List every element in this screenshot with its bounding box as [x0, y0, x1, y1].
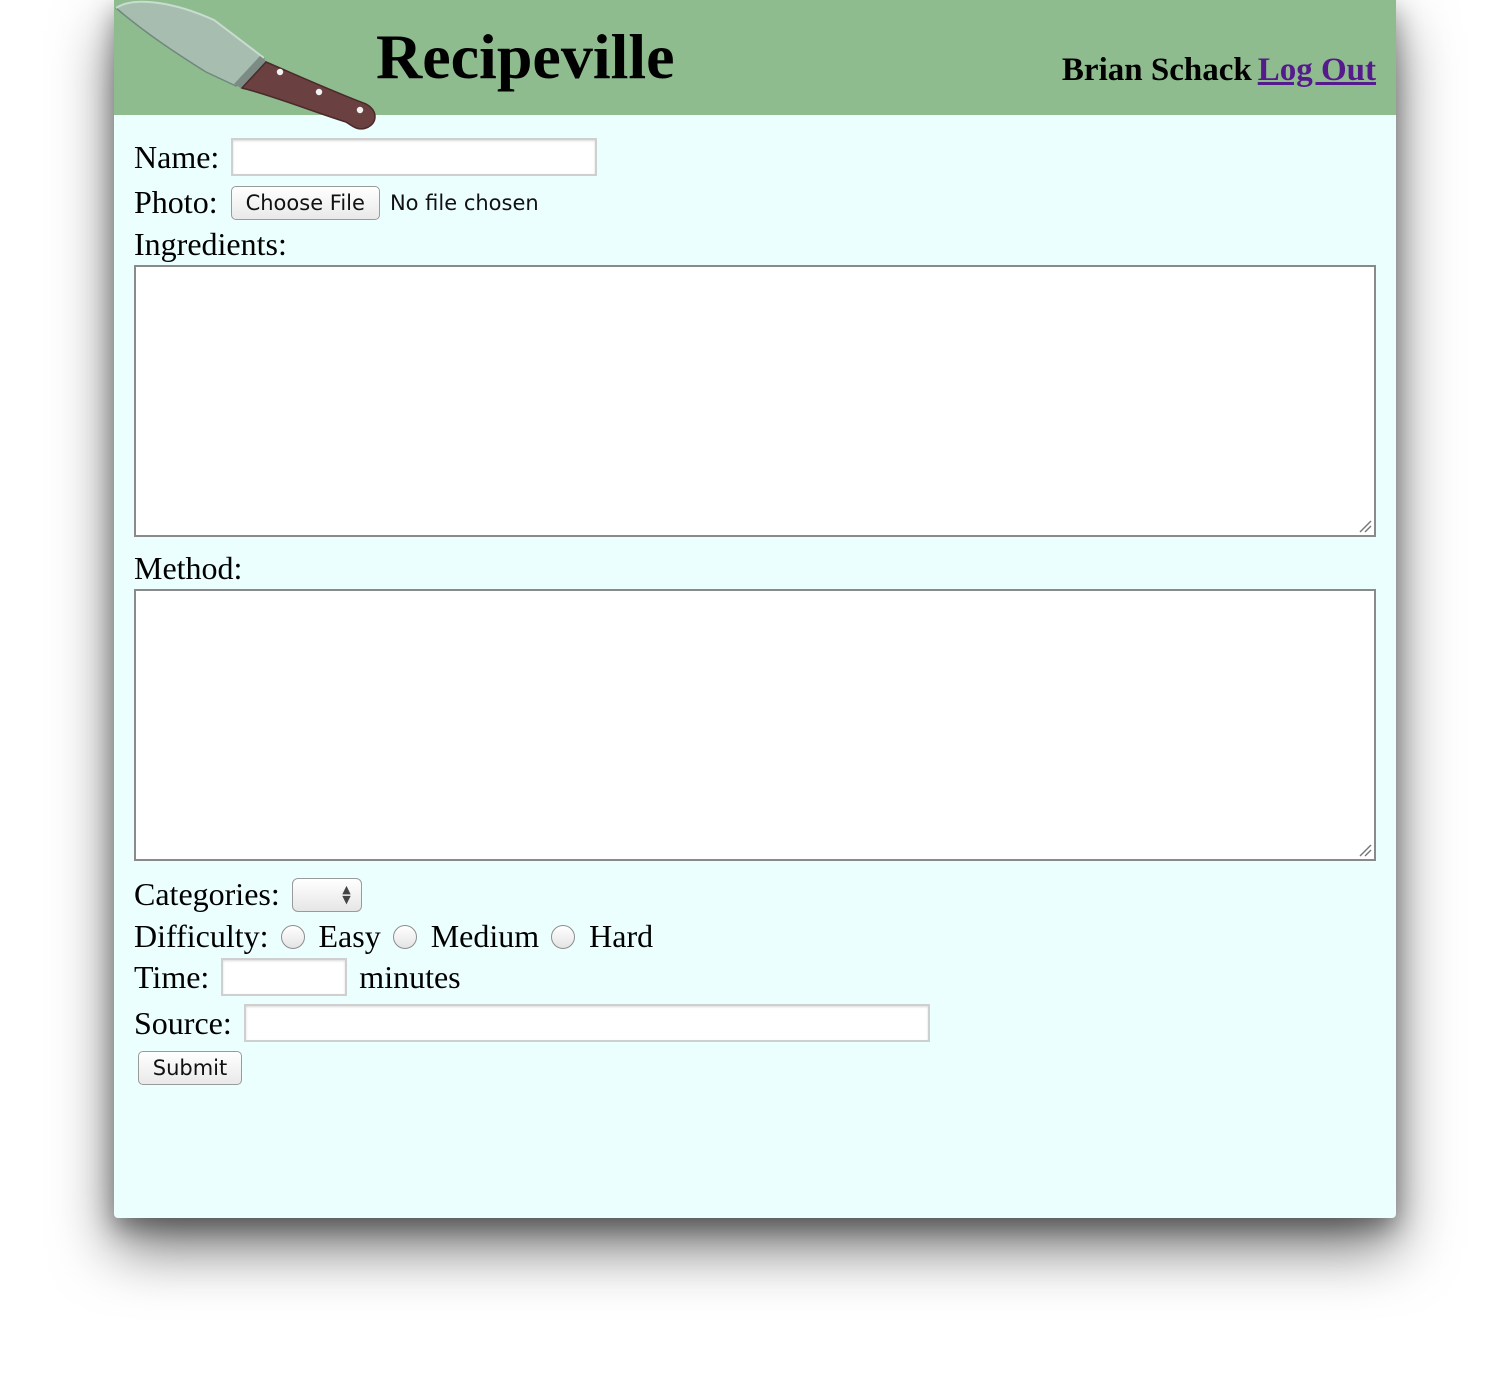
difficulty-hard-radio[interactable]: [551, 924, 576, 949]
categories-label: Categories:: [134, 876, 280, 912]
site-header: Recipeville Brian Schack Log Out: [114, 0, 1396, 130]
time-input[interactable]: [221, 958, 348, 996]
submit-button[interactable]: Submit: [138, 1051, 242, 1085]
source-input[interactable]: [243, 1004, 930, 1042]
name-label: Name:: [134, 138, 220, 175]
resize-grip-icon[interactable]: [1358, 843, 1372, 857]
file-status: No file chosen: [389, 190, 539, 215]
resize-grip-icon[interactable]: [1358, 519, 1372, 533]
ingredients-label: Ingredients:: [134, 226, 287, 262]
difficulty-medium-label: Medium: [430, 918, 540, 954]
site-title: Recipeville: [376, 21, 675, 92]
name-input[interactable]: [231, 138, 598, 176]
photo-row: Photo: Choose File No file chosen: [134, 184, 539, 221]
ingredients-label-row: Ingredients:: [134, 226, 287, 263]
user-area: Brian Schack Log Out: [1062, 52, 1376, 89]
knife-logo-icon: [114, 0, 376, 130]
time-label: Time:: [134, 958, 210, 995]
ingredients-textarea[interactable]: [134, 265, 1376, 537]
difficulty-medium-radio[interactable]: [392, 924, 417, 949]
source-row: Source:: [134, 1004, 930, 1042]
user-name: Brian Schack: [1061, 52, 1252, 88]
method-label: Method:: [134, 550, 243, 586]
select-arrows-icon: ▲ ▼: [342, 882, 351, 906]
difficulty-label: Difficulty:: [134, 918, 269, 954]
difficulty-hard-label: Hard: [589, 918, 654, 954]
categories-row: Categories: ▲ ▼: [134, 876, 362, 913]
time-unit-label: minutes: [359, 958, 461, 995]
categories-select[interactable]: ▲ ▼: [291, 877, 362, 912]
choose-file-button[interactable]: Choose File: [230, 185, 380, 220]
difficulty-row: Difficulty: Easy Medium Hard: [134, 918, 653, 955]
difficulty-easy-radio[interactable]: [280, 924, 305, 949]
method-textarea[interactable]: [134, 589, 1376, 861]
browser-window: Recipeville Brian Schack Log Out Name: Ph…: [114, 0, 1396, 1218]
source-label: Source:: [134, 1004, 232, 1041]
time-row: Time: minutes: [134, 958, 461, 996]
difficulty-easy-label: Easy: [318, 918, 381, 954]
submit-row: Submit: [138, 1051, 242, 1085]
logout-link[interactable]: Log Out: [1258, 52, 1376, 88]
photo-label: Photo:: [134, 184, 218, 220]
name-row: Name:: [134, 138, 598, 176]
method-label-row: Method:: [134, 550, 242, 587]
